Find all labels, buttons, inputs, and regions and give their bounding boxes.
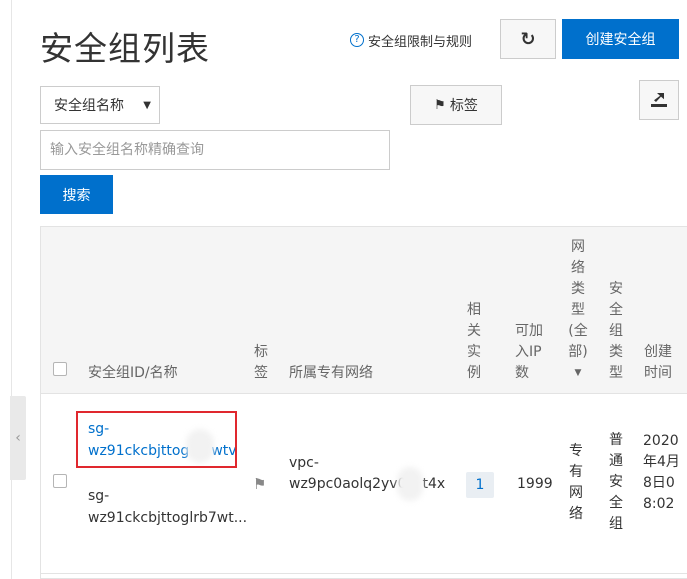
header-group-type: 安全组类型 <box>609 281 623 381</box>
header-vpc: 所属专有网络 <box>289 365 373 381</box>
search-input[interactable] <box>40 130 390 170</box>
tag-filter-button[interactable]: ⚑ 标签 <box>410 85 502 125</box>
export-icon <box>651 93 667 107</box>
left-nav-rail <box>0 0 12 579</box>
group-type: 普通安全组 <box>609 432 623 532</box>
filter-field-select[interactable]: 安全组名称 ▼ <box>40 86 160 124</box>
network-type: 专有网络 <box>569 443 583 522</box>
refresh-button[interactable]: ↻ <box>500 19 556 59</box>
page-title: 安全组列表 <box>40 29 210 68</box>
instance-count-badge[interactable]: 1 <box>466 472 494 498</box>
header-tag: 标签 <box>254 344 268 381</box>
security-group-name: sg- wz91ckcbjttoglrb7wt... <box>88 488 248 526</box>
row-divider <box>41 573 687 574</box>
row-checkbox[interactable] <box>53 474 67 488</box>
header-instances: 相关实例 <box>467 302 481 381</box>
filter-select-value: 安全组名称 <box>54 98 124 114</box>
help-link[interactable]: ? 安全组限制与规则 <box>350 30 472 50</box>
help-link-label: 安全组限制与规则 <box>368 34 473 50</box>
export-button[interactable] <box>639 80 679 120</box>
security-group-table: 安全组ID/名称 标签 所属专有网络 相关实例 可加入IP数 网络类型(全部) … <box>40 226 687 579</box>
question-circle-icon: ? <box>350 33 364 47</box>
header-network-type[interactable]: 网络类型(全部) ▼ <box>567 237 589 384</box>
refresh-icon: ↻ <box>520 28 536 50</box>
create-security-group-button[interactable]: 创建安全组 <box>562 19 679 59</box>
redaction-blur <box>397 467 423 501</box>
highlight-annotation-box <box>76 411 237 468</box>
caret-down-icon: ▼ <box>574 368 582 378</box>
header-network-type-label: 网络类型(全部) <box>568 239 588 360</box>
created-time: 2020年4月8日08:02 <box>643 433 680 512</box>
tag-filter-label: 标签 <box>449 98 478 114</box>
chevron-left-icon: ‹ <box>15 430 21 446</box>
ip-count: 1999 <box>517 476 553 492</box>
header-id-name: 安全组ID/名称 <box>88 365 178 381</box>
search-button[interactable]: 搜索 <box>40 175 113 214</box>
tag-icon: ⚑ <box>434 97 446 113</box>
select-all-checkbox[interactable] <box>53 362 67 376</box>
header-created: 创建时间 <box>644 344 672 381</box>
header-ip-count: 可加入IP数 <box>515 323 543 381</box>
caret-down-icon: ▼ <box>143 100 151 111</box>
tag-icon[interactable]: ⚑ <box>253 475 266 493</box>
sidebar-collapse-tab[interactable]: ‹ <box>10 396 26 480</box>
table-header: 安全组ID/名称 标签 所属专有网络 相关实例 可加入IP数 网络类型(全部) … <box>41 227 687 394</box>
